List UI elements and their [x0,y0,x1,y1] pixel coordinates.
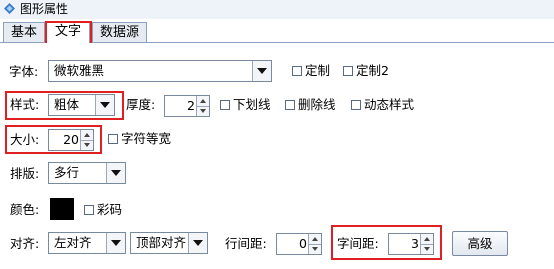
title-bar [0,0,554,19]
style-select[interactable]: 粗体 [48,94,115,116]
strikethrough-checkbox[interactable] [285,100,295,110]
window-title: 图形属性 [20,2,69,16]
colorful-checkbox[interactable] [84,205,94,215]
line-spacing-stepper[interactable]: 0 [276,233,322,255]
custom-checkbox[interactable] [292,66,302,76]
tab-datasource[interactable]: 数据源 [92,22,147,42]
equal-width-checkbox[interactable] [108,134,118,144]
chevron-down-icon[interactable] [252,61,271,81]
align-label: 对齐: [10,236,40,251]
char-spacing-label: 字间距: [337,236,379,251]
line-spacing-label: 行间距: [225,236,267,251]
vertical-align-select[interactable]: 顶部对齐 [130,232,208,254]
custom2-checkbox[interactable] [343,66,353,76]
size-value: 20 [63,132,79,147]
color-swatch[interactable] [50,198,74,220]
stepper-arrows[interactable] [196,96,209,116]
tab-text-highlight [45,21,92,45]
chevron-down-icon[interactable] [106,233,125,253]
underline-label: 下划线 [233,97,271,112]
char-spacing-stepper[interactable]: 3 [388,233,434,255]
app-icon [4,3,15,14]
font-select-value: 微软雅黑 [54,63,105,78]
vertical-align-value: 顶部对齐 [136,235,187,250]
advanced-button-label: 高级 [467,236,493,251]
strikethrough-label: 删除线 [298,97,336,112]
chevron-down-icon[interactable] [95,95,114,115]
chevron-down-icon[interactable] [106,163,125,183]
layout-select-value: 多行 [54,165,80,180]
style-label: 样式: [10,97,40,112]
char-spacing-value: 3 [411,236,419,251]
equal-width-label: 字符等宽 [121,131,172,146]
custom-label: 定制 [305,63,331,78]
stepper-arrows[interactable] [308,234,321,254]
layout-select[interactable]: 多行 [48,162,126,184]
tab-basic[interactable]: 基本 [3,22,45,42]
font-label: 字体: [9,64,39,79]
color-label: 颜色: [10,202,40,217]
size-stepper[interactable]: 20 [48,129,94,151]
thickness-label: 厚度: [126,97,156,112]
layout-label: 排版: [10,166,40,181]
thickness-value: 2 [187,98,195,113]
advanced-button[interactable]: 高级 [452,231,508,256]
dynamic-style-checkbox[interactable] [351,100,361,110]
thickness-stepper[interactable]: 2 [164,95,210,117]
stepper-arrows[interactable] [80,130,93,150]
horizontal-align-select[interactable]: 左对齐 [48,232,126,254]
line-spacing-value: 0 [299,236,307,251]
font-select[interactable]: 微软雅黑 [48,60,272,82]
dynamic-style-label: 动态样式 [364,97,415,112]
chevron-down-icon[interactable] [188,233,207,253]
stepper-arrows[interactable] [420,234,433,254]
underline-checkbox[interactable] [220,100,230,110]
size-label: 大小: [10,132,40,147]
colorful-label: 彩码 [97,202,123,217]
custom2-label: 定制2 [356,63,389,78]
horizontal-align-value: 左对齐 [54,235,92,250]
style-select-value: 粗体 [54,97,80,112]
